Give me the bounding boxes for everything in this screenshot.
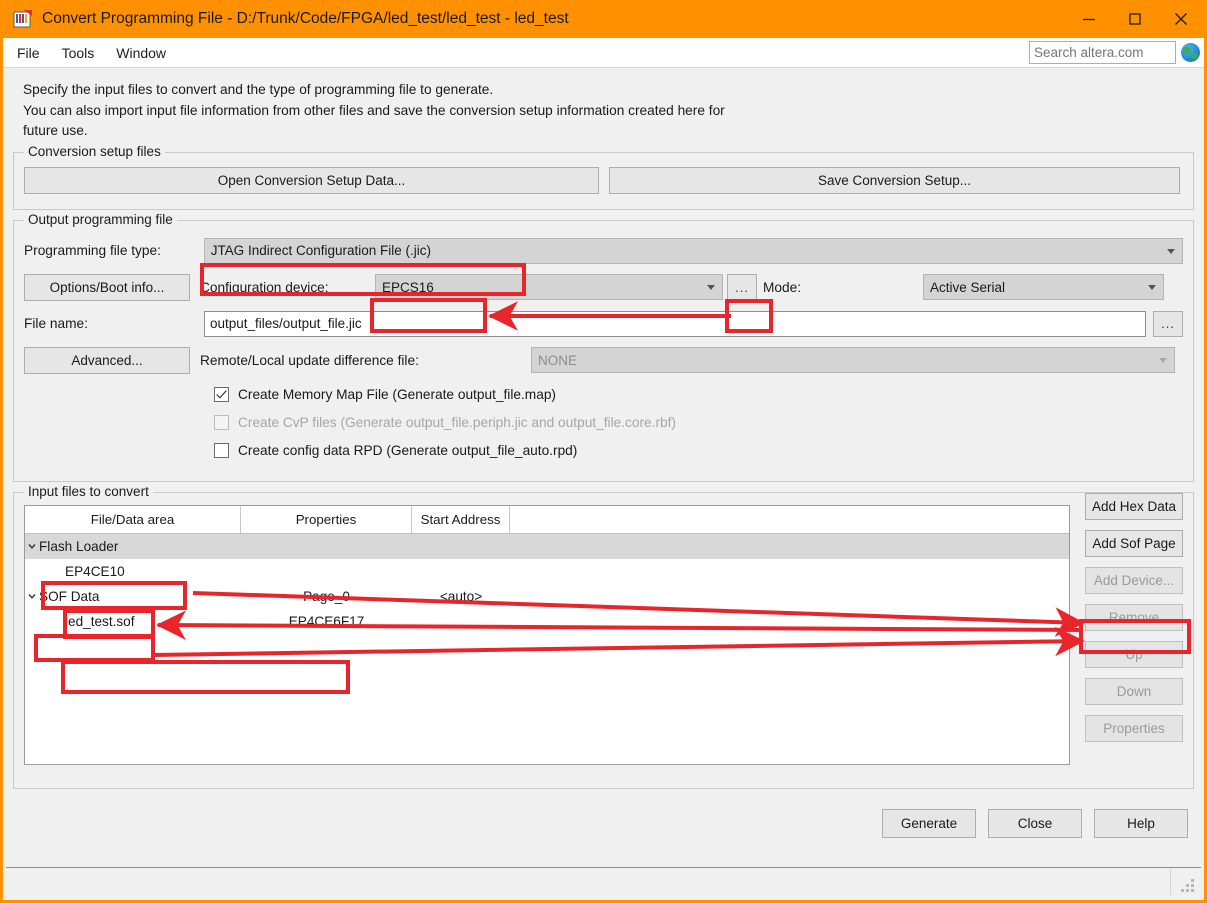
add-hex-data-button[interactable]: Add Hex Data — [1085, 492, 1183, 520]
mode-label: Mode: — [763, 279, 802, 295]
input-files-table[interactable]: File/Data area Properties Start Address … — [24, 504, 1070, 765]
configuration-device-label: Configuration device: — [200, 279, 329, 295]
table-row[interactable]: Flash Loader — [25, 533, 1069, 559]
title-bar: Convert Programming File - D:/Trunk/Code… — [3, 0, 1204, 38]
generate-button[interactable]: Generate — [882, 808, 976, 838]
cell-properties — [241, 534, 412, 559]
up-button: Up — [1085, 640, 1183, 668]
column-header-properties[interactable]: Properties — [241, 505, 412, 533]
down-button: Down — [1085, 677, 1183, 705]
chevron-down-icon[interactable] — [25, 591, 39, 601]
programming-file-type-combo[interactable]: JTAG Indirect Configuration File (.jic) — [203, 237, 1183, 264]
save-conversion-setup-button[interactable]: Save Conversion Setup... — [609, 166, 1180, 194]
column-header-file-data-area[interactable]: File/Data area — [25, 505, 241, 533]
cell-file-data-area: SOF Data — [39, 588, 100, 604]
close-icon[interactable] — [1158, 0, 1204, 38]
menu-item-file[interactable]: File — [6, 38, 51, 68]
menu-bar: File Tools Window — [3, 38, 1204, 68]
mode-combo[interactable]: Active Serial — [923, 274, 1164, 300]
table-row[interactable]: EP4CE10 — [25, 559, 1069, 584]
minimize-icon[interactable] — [1066, 0, 1112, 38]
column-header-filler — [510, 506, 1069, 533]
create-memory-map-label: Create Memory Map File (Generate output_… — [238, 386, 556, 402]
cell-file-data-area: EP4CE10 — [65, 563, 125, 579]
create-memory-map-checkbox[interactable] — [214, 386, 229, 402]
instructions-line-1: Specify the input files to convert and t… — [23, 82, 494, 97]
conversion-setup-files-group: Conversion setup files Open Conversion S… — [13, 143, 1194, 210]
window-title: Convert Programming File - D:/Trunk/Code… — [42, 10, 569, 27]
programming-file-type-label: Programming file type: — [24, 243, 161, 258]
chevron-down-icon[interactable] — [25, 541, 39, 551]
maximize-icon[interactable] — [1112, 0, 1158, 38]
cell-file-data-area: led_test.sof — [65, 613, 135, 629]
options-boot-info-button[interactable]: Options/Boot info... — [24, 273, 190, 301]
cell-start-address — [412, 534, 510, 559]
chevron-down-icon — [707, 285, 715, 290]
instructions-line-3: future use. — [23, 123, 88, 138]
close-button[interactable]: Close — [988, 808, 1082, 838]
create-cvp-files-checkbox — [214, 414, 229, 430]
create-cvp-files-label: Create CvP files (Generate output_file.p… — [238, 414, 676, 430]
open-conversion-setup-data-button[interactable]: Open Conversion Setup Data... — [24, 166, 599, 194]
cell-properties — [241, 559, 412, 584]
mode-value: Active Serial — [930, 279, 1006, 295]
input-files-legend: Input files to convert — [24, 483, 153, 499]
file-name-label: File name: — [24, 316, 88, 331]
create-config-data-rpd-checkbox[interactable] — [214, 442, 229, 458]
chevron-down-icon — [1148, 285, 1156, 290]
search-area — [1029, 41, 1200, 64]
configuration-device-value: EPCS16 — [382, 279, 434, 295]
input-files-side-buttons: Add Hex Data Add Sof Page Add Device... … — [1085, 492, 1183, 742]
conversion-setup-legend: Conversion setup files — [24, 143, 165, 159]
convert-programming-file-window: Convert Programming File - D:/Trunk/Code… — [0, 0, 1207, 903]
table-row[interactable]: SOF Data Page_0 <auto> — [25, 584, 1069, 609]
help-button[interactable]: Help — [1094, 808, 1188, 838]
add-device-button: Add Device... — [1085, 566, 1183, 594]
main-content: Specify the input files to convert and t… — [3, 68, 1204, 838]
file-name-browse-button[interactable]: ... — [1153, 310, 1183, 337]
menu-item-window[interactable]: Window — [105, 38, 177, 68]
resize-grip[interactable] — [1181, 879, 1196, 894]
instructions: Specify the input files to convert and t… — [13, 68, 1194, 152]
create-config-data-rpd-checkbox-row[interactable]: Create config data RPD (Generate output_… — [214, 442, 1183, 458]
chevron-down-icon — [1167, 248, 1175, 254]
cell-properties: EP4CE6F17 — [288, 613, 365, 629]
output-programming-file-group: Output programming file Programming file… — [13, 211, 1194, 482]
configuration-device-combo[interactable]: EPCS16 — [375, 274, 723, 300]
cell-start-address — [412, 559, 510, 584]
cell-start-address: <auto> — [439, 588, 483, 604]
status-bar — [6, 867, 1201, 897]
remove-button: Remove — [1085, 603, 1183, 631]
create-memory-map-checkbox-row[interactable]: Create Memory Map File (Generate output_… — [214, 386, 1183, 402]
input-files-to-convert-group: Input files to convert File/Data area Pr… — [13, 483, 1194, 789]
advanced-button[interactable]: Advanced... — [24, 346, 190, 374]
properties-button: Properties — [1085, 714, 1183, 742]
programming-file-icon — [12, 8, 34, 30]
remote-update-value: NONE — [538, 352, 578, 368]
instructions-line-2: You can also import input file informati… — [23, 102, 725, 118]
add-sof-page-button[interactable]: Add Sof Page — [1085, 529, 1183, 557]
chevron-down-icon — [1159, 358, 1167, 363]
remote-update-combo: NONE — [531, 347, 1175, 373]
menu-item-tools[interactable]: Tools — [51, 38, 106, 68]
create-config-data-rpd-label: Create config data RPD (Generate output_… — [238, 442, 578, 458]
table-header: File/Data area Properties Start Address — [25, 505, 1069, 534]
cell-file-data-area: Flash Loader — [39, 538, 119, 554]
create-cvp-files-checkbox-row: Create CvP files (Generate output_file.p… — [214, 414, 1183, 430]
remote-update-label: Remote/Local update difference file: — [200, 352, 419, 368]
table-row[interactable]: led_test.sof EP4CE6F17 — [25, 609, 1069, 634]
output-programming-file-legend: Output programming file — [24, 211, 177, 227]
programming-file-type-value: JTAG Indirect Configuration File (.jic) — [210, 243, 432, 258]
window-controls — [1066, 0, 1204, 38]
configuration-device-browse-button[interactable]: ... — [727, 274, 757, 300]
file-name-input[interactable]: output_files/output_file.jic — [204, 310, 1146, 337]
cell-properties: Page_0 — [303, 588, 350, 604]
status-separator — [1170, 869, 1171, 895]
cell-start-address — [412, 609, 510, 634]
column-header-start-address[interactable]: Start Address — [412, 505, 510, 533]
globe-icon[interactable] — [1181, 43, 1200, 62]
footer-buttons: Generate Close Help — [13, 799, 1194, 838]
search-input[interactable] — [1029, 41, 1176, 64]
